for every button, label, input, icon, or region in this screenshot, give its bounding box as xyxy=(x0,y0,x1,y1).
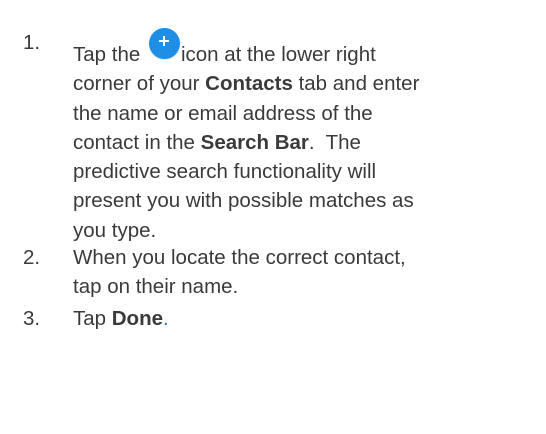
text-segment: you type. xyxy=(73,218,157,242)
text-line: Tap Done. xyxy=(73,304,533,333)
text-segment: the name or email address of the xyxy=(73,101,373,125)
text-segment: Tap xyxy=(73,307,112,330)
step-number: 3. xyxy=(23,307,41,330)
text-line: predictive search functionality will xyxy=(73,157,533,186)
text-segment: tab and enter xyxy=(292,72,420,96)
text-line: contact in the Search Bar. The xyxy=(73,128,533,157)
text-segment: . The xyxy=(308,130,361,154)
instructions-document: 1. Tap the icon at the lower right corne… xyxy=(0,0,546,434)
text-segment: Tap the xyxy=(73,43,141,66)
step-text: When you locate the correct contact, tap… xyxy=(73,243,533,302)
text-segment: icon at the lower right xyxy=(180,43,376,66)
text-segment: corner of your xyxy=(73,72,206,96)
step-text: Tap the icon at the lower right corner o… xyxy=(73,28,533,245)
text-segment: tap on their name. xyxy=(73,275,239,299)
step-number: 1. xyxy=(23,31,41,54)
text-line: the name or email address of the xyxy=(73,99,533,128)
text-segment: When you locate the correct contact, xyxy=(73,246,406,269)
search-bar-label: Search Bar xyxy=(200,130,309,154)
text-segment: present you with possible matches as xyxy=(73,189,414,213)
step-number: 2. xyxy=(23,246,41,269)
text-segment: predictive search functionality will xyxy=(73,160,377,184)
text-line: Tap the icon at the lower right xyxy=(73,28,533,69)
text-line: present you with possible matches as xyxy=(73,186,533,215)
text-line: tap on their name. xyxy=(73,272,533,301)
text-line: When you locate the correct contact, xyxy=(73,243,533,272)
text-line: corner of your Contacts tab and enter xyxy=(73,69,533,98)
plus-circle-icon xyxy=(148,28,180,59)
text-segment: contact in the xyxy=(73,130,201,154)
contacts-tab-label: Contacts xyxy=(205,72,293,96)
done-label: Done xyxy=(111,307,163,330)
text-line: you type. xyxy=(73,216,533,245)
text-segment: . xyxy=(163,307,169,330)
step-text: Tap Done. xyxy=(73,304,533,333)
